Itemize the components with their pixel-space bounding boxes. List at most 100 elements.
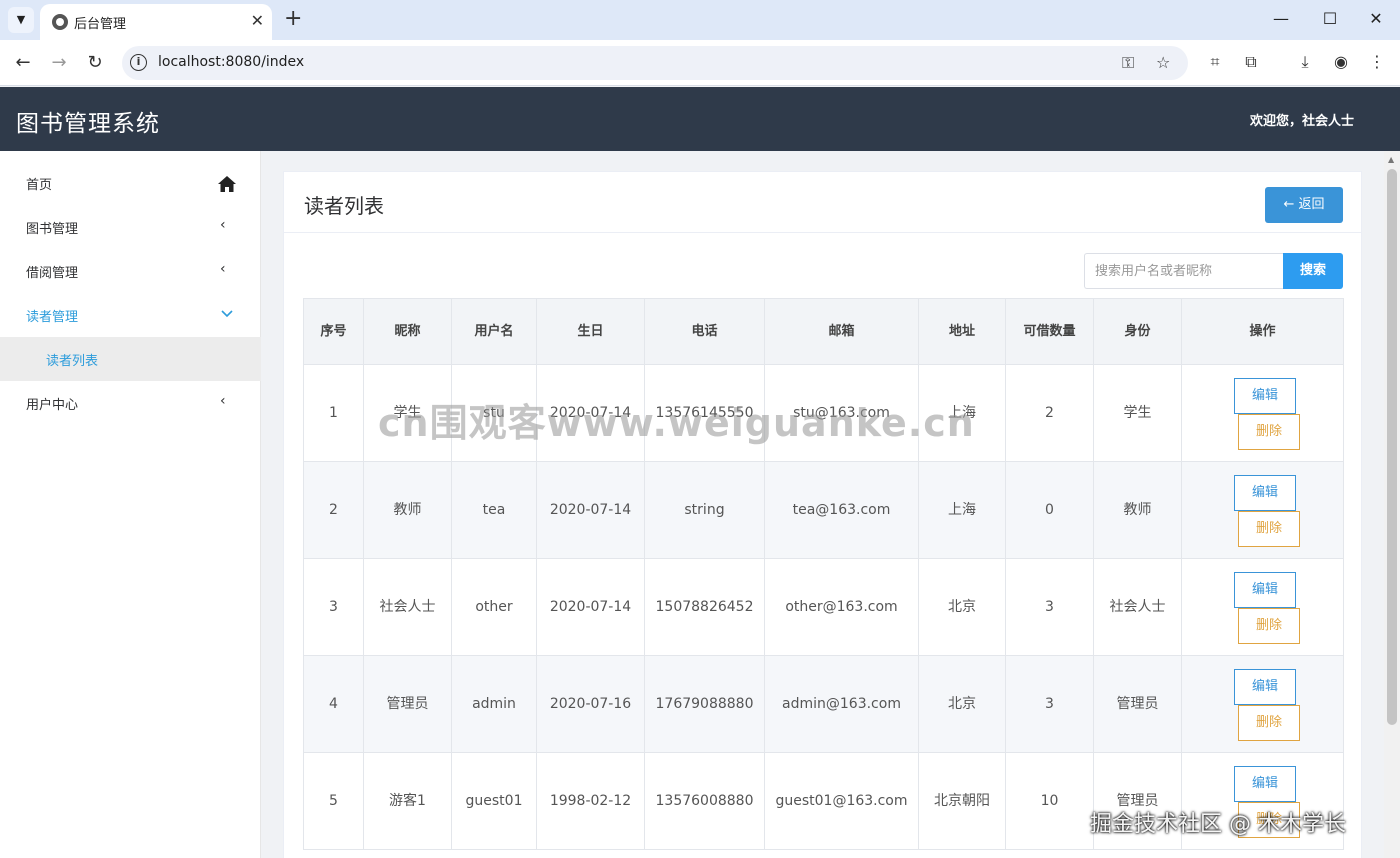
cell-role: 社会人士 xyxy=(1093,558,1182,656)
cell-username: other xyxy=(451,558,537,656)
back-button[interactable]: ← 返回 xyxy=(1265,187,1343,223)
column-header: 操作 xyxy=(1181,298,1344,365)
maximize-icon[interactable]: ☐ xyxy=(1318,8,1342,30)
cell-quota: 10 xyxy=(1005,752,1094,850)
scroll-up-icon[interactable]: ▲ xyxy=(1388,155,1394,164)
cell-phone: 15078826452 xyxy=(644,558,765,656)
site-info-icon[interactable]: i xyxy=(130,54,147,71)
sidebar-subitem-reader-list[interactable]: 读者列表 xyxy=(0,337,261,381)
cell-address: 北京 xyxy=(918,655,1006,753)
cell-quota: 3 xyxy=(1005,655,1094,753)
sidebar-item-readers[interactable]: 读者管理 xyxy=(0,293,261,337)
browser-toolbar: ← → ↻ i localhost:8080/index ⚿ ☆ ⌗ ⧉ ⤓ ◉… xyxy=(0,40,1400,86)
reload-icon[interactable]: ↻ xyxy=(82,50,108,76)
key-icon[interactable]: ⚿ xyxy=(1122,53,1134,73)
corner-watermark-text: 掘金技术社区 @ 木木学长 xyxy=(1090,812,1346,837)
chevron-down-icon xyxy=(221,310,233,318)
cell-role: 学生 xyxy=(1093,364,1182,462)
cell-nickname: 管理员 xyxy=(363,655,452,753)
home-icon xyxy=(218,176,236,192)
edit-button[interactable]: 编辑 xyxy=(1234,475,1296,511)
chevron-left-icon: ‹ xyxy=(220,261,226,277)
column-header: 可借数量 xyxy=(1005,298,1094,365)
cell-no: 3 xyxy=(303,558,364,656)
sidebar-item-label: 读者管理 xyxy=(26,310,79,325)
cell-birthday: 2020-07-14 xyxy=(536,558,645,656)
cell-phone: string xyxy=(644,461,765,559)
cell-email: guest01@163.com xyxy=(764,752,919,850)
sidebar-item-label: 借阅管理 xyxy=(26,266,79,281)
cell-no: 2 xyxy=(303,461,364,559)
browser-tab-bar: ▼ 后台管理 ✕ + — ☐ ✕ xyxy=(0,0,1400,40)
browser-tab[interactable]: 后台管理 ✕ xyxy=(40,4,272,40)
forward-arrow-icon[interactable]: → xyxy=(46,50,72,76)
watermark-text: cn围观客www.weiguanke.cn xyxy=(378,401,975,445)
delete-button[interactable]: 删除 xyxy=(1238,511,1300,547)
address-bar[interactable]: i localhost:8080/index ⚿ ☆ xyxy=(122,46,1188,80)
app-title: 图书管理系统 xyxy=(16,111,160,137)
cell-nickname: 游客1 xyxy=(363,752,452,850)
scrollbar-thumb[interactable] xyxy=(1387,169,1397,725)
tab-title: 后台管理 xyxy=(74,17,127,32)
delete-button[interactable]: 删除 xyxy=(1238,414,1300,450)
edit-button[interactable]: 编辑 xyxy=(1234,378,1296,414)
search-button[interactable]: 搜索 xyxy=(1283,253,1343,289)
sidebar: 首页 图书管理 ‹ 借阅管理 ‹ 读者管理 读者列表 用户中心 ‹ xyxy=(0,151,261,858)
sidebar-subitem-label: 读者列表 xyxy=(46,354,99,369)
delete-button[interactable]: 删除 xyxy=(1238,705,1300,741)
cell-birthday: 2020-07-14 xyxy=(536,461,645,559)
url-text[interactable]: localhost:8080/index xyxy=(158,54,304,70)
cell-no: 1 xyxy=(303,364,364,462)
edit-button[interactable]: 编辑 xyxy=(1234,766,1296,802)
more-menu-icon[interactable]: ⋮ xyxy=(1366,52,1388,71)
sidebar-item-books[interactable]: 图书管理 ‹ xyxy=(0,205,261,249)
window-close-icon[interactable]: ✕ xyxy=(1364,8,1388,30)
tab-search-button[interactable]: ▼ xyxy=(8,7,34,33)
table-row: 3 社会人士 other 2020-07-14 15078826452 othe… xyxy=(303,558,1344,656)
download-icon[interactable]: ⤓ xyxy=(1294,52,1316,72)
crop-icon[interactable]: ⌗ xyxy=(1204,52,1226,72)
column-header: 邮箱 xyxy=(764,298,919,365)
extensions-icon[interactable]: ⧉ xyxy=(1240,52,1262,72)
panel-divider xyxy=(284,232,1361,233)
sidebar-item-label: 首页 xyxy=(26,178,53,193)
cell-actions: 编辑 删除 xyxy=(1181,364,1344,462)
cell-phone: 17679088880 xyxy=(644,655,765,753)
back-arrow-icon[interactable]: ← xyxy=(10,50,36,76)
reader-table: 序号 昵称 用户名 生日 电话 邮箱 地址 可借数量 身份 操作 1 学生 st… xyxy=(303,298,1344,850)
back-button-label: 返回 xyxy=(1298,197,1325,212)
reader-list-panel: 读者列表 ← 返回 搜索 序号 昵称 用户名 生日 电话 邮箱 地址 可借数量 … xyxy=(283,171,1362,858)
minimize-icon[interactable]: — xyxy=(1269,8,1293,30)
cell-quota: 0 xyxy=(1005,461,1094,559)
cell-nickname: 教师 xyxy=(363,461,452,559)
tab-close-button[interactable]: ✕ xyxy=(251,12,264,30)
column-header: 用户名 xyxy=(451,298,537,365)
cell-address: 北京朝阳 xyxy=(918,752,1006,850)
edit-button[interactable]: 编辑 xyxy=(1234,572,1296,608)
cell-actions: 编辑 删除 xyxy=(1181,461,1344,559)
sidebar-item-home[interactable]: 首页 xyxy=(0,161,261,205)
cell-role: 管理员 xyxy=(1093,655,1182,753)
star-icon[interactable]: ☆ xyxy=(1156,53,1170,72)
cell-username: admin xyxy=(451,655,537,753)
cell-role: 教师 xyxy=(1093,461,1182,559)
page-scrollbar[interactable]: ▲ xyxy=(1384,151,1400,858)
cell-phone: 13576008880 xyxy=(644,752,765,850)
delete-button[interactable]: 删除 xyxy=(1238,608,1300,644)
cell-email: tea@163.com xyxy=(764,461,919,559)
page-title: 读者列表 xyxy=(304,194,384,218)
profile-icon[interactable]: ◉ xyxy=(1330,52,1352,71)
cell-email: admin@163.com xyxy=(764,655,919,753)
sidebar-item-label: 图书管理 xyxy=(26,222,79,237)
arrow-left-icon: ← xyxy=(1283,197,1295,212)
cell-email: other@163.com xyxy=(764,558,919,656)
cell-birthday: 1998-02-12 xyxy=(536,752,645,850)
sidebar-item-user-center[interactable]: 用户中心 ‹ xyxy=(0,381,261,425)
column-header: 生日 xyxy=(536,298,645,365)
sidebar-item-borrow[interactable]: 借阅管理 ‹ xyxy=(0,249,261,293)
welcome-text: 欢迎您，社会人士 xyxy=(1249,114,1354,129)
edit-button[interactable]: 编辑 xyxy=(1234,669,1296,705)
search-input[interactable] xyxy=(1084,253,1283,289)
new-tab-button[interactable]: + xyxy=(284,7,302,31)
table-header-row: 序号 昵称 用户名 生日 电话 邮箱 地址 可借数量 身份 操作 xyxy=(303,298,1344,365)
